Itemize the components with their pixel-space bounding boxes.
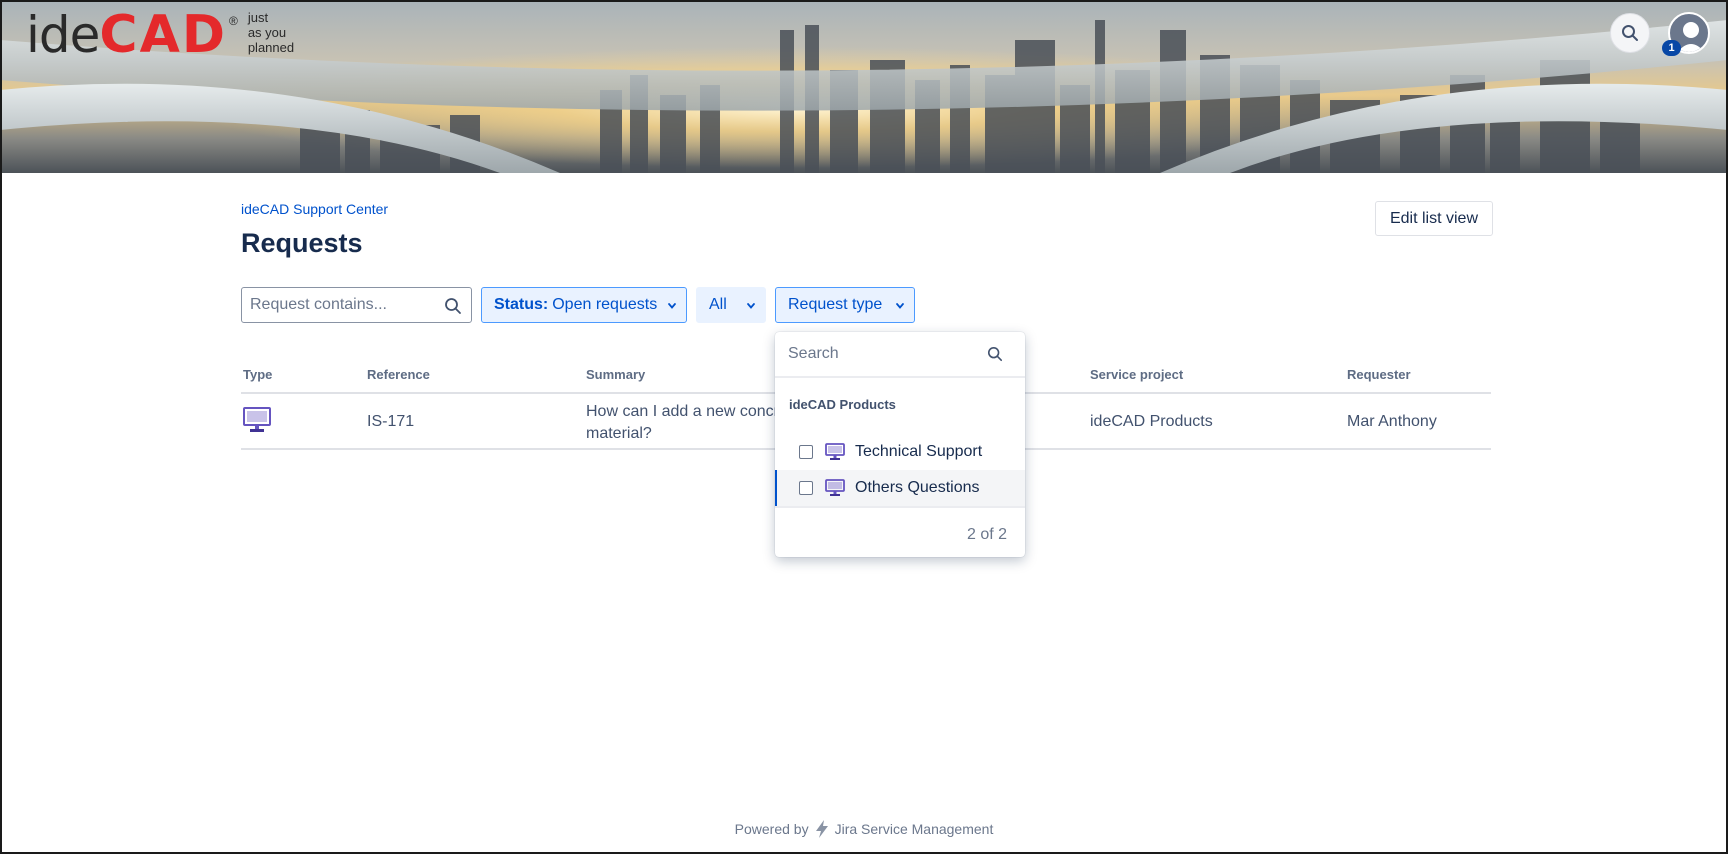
all-filter-label: All: [709, 296, 727, 313]
status-filter-value: Open requests: [552, 296, 658, 313]
dropdown-option-technical-support[interactable]: Technical Support: [775, 434, 1025, 470]
request-type-filter-label: Request type: [788, 296, 883, 313]
dropdown-option-others-questions[interactable]: Others Questions: [775, 470, 1025, 506]
monitor-icon: [825, 479, 845, 496]
page-title: Requests: [241, 228, 363, 258]
row-requester: Mar Anthony: [1347, 413, 1437, 430]
chevron-down-icon: [747, 303, 755, 309]
request-type-dropdown: ideCAD Products Technical Support Others…: [775, 332, 1025, 557]
logo-tagline-line: just: [247, 10, 269, 25]
jira-lightning-icon: [815, 820, 828, 838]
option-label: Others Questions: [855, 479, 980, 496]
chevron-down-icon: [896, 303, 904, 309]
option-label: Technical Support: [855, 443, 983, 460]
column-header-summary[interactable]: Summary: [586, 367, 645, 382]
dropdown-group-label: ideCAD Products: [789, 397, 896, 412]
notification-badge: 1: [1662, 40, 1681, 56]
row-summary[interactable]: How can I add a new concr material?: [586, 401, 786, 445]
search-icon: [987, 346, 1003, 362]
footer-powered-by: Powered by: [734, 821, 809, 837]
row-service-project: ideCAD Products: [1090, 413, 1213, 430]
idecad-logo[interactable]: ide CAD ® just as you planned: [26, 6, 294, 64]
page-footer: Powered by Jira Service Management: [0, 819, 1728, 839]
logo-tagline-line: as you: [247, 25, 287, 40]
logo-tagline-line: planned: [247, 40, 295, 55]
search-icon: [445, 298, 461, 314]
dropdown-footer-divider: [775, 506, 1025, 508]
row-reference[interactable]: IS-171: [367, 413, 414, 431]
column-header-reference[interactable]: Reference: [367, 367, 430, 382]
request-search-input[interactable]: [250, 296, 440, 314]
option-checkbox[interactable]: [799, 445, 813, 459]
search-icon: [1622, 25, 1638, 41]
logo-text-ide: ide: [26, 6, 100, 64]
dropdown-search-input[interactable]: [788, 345, 978, 363]
status-filter-button[interactable]: Status: Open requests: [481, 287, 687, 323]
footer-product-link[interactable]: Jira Service Management: [835, 821, 994, 837]
monitor-icon: [825, 443, 845, 460]
dropdown-result-count: 2 of 2: [966, 526, 1007, 543]
monitor-icon: [243, 407, 271, 432]
chevron-down-icon: [668, 303, 676, 309]
breadcrumb[interactable]: ideCAD Support Center: [241, 201, 388, 217]
column-header-requester[interactable]: Requester: [1347, 367, 1411, 382]
logo-text-cad: CAD: [99, 5, 227, 65]
header-search-button[interactable]: [1610, 13, 1650, 53]
logo-tagline: just as you planned: [248, 10, 294, 55]
logo-registered-mark: ®: [228, 14, 238, 28]
edit-list-view-button[interactable]: Edit list view: [1375, 201, 1493, 236]
status-filter-label: Status:: [494, 296, 549, 313]
dropdown-search-field[interactable]: [775, 332, 1025, 378]
column-header-type[interactable]: Type: [243, 367, 272, 382]
request-type-filter-button[interactable]: Request type: [775, 287, 915, 323]
all-filter-button[interactable]: All: [696, 287, 766, 323]
column-header-service-project[interactable]: Service project: [1090, 367, 1183, 382]
option-checkbox[interactable]: [799, 481, 813, 495]
request-search-field[interactable]: [241, 287, 472, 323]
